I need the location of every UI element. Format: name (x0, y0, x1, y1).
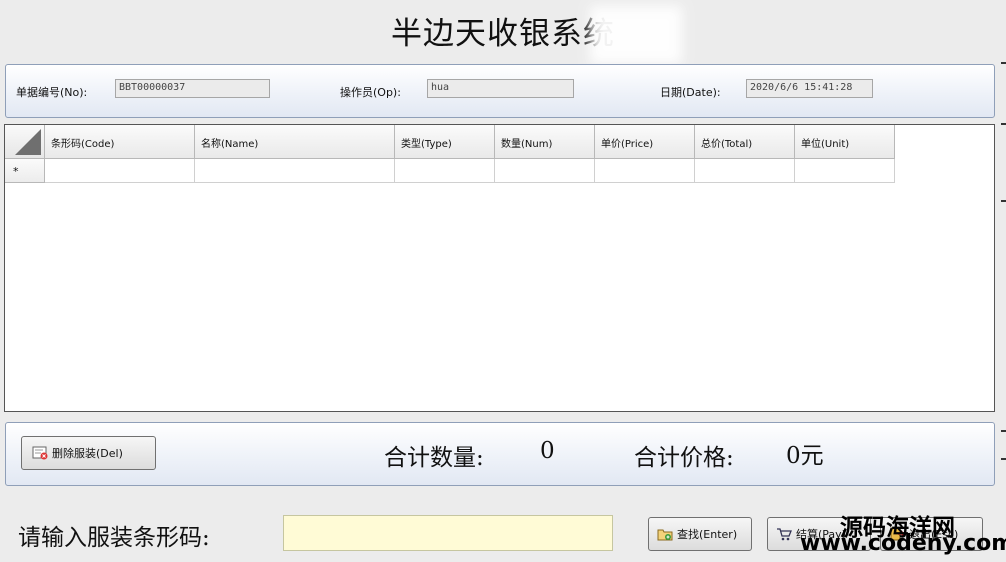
edge-tick (1001, 123, 1006, 125)
find-icon (657, 527, 673, 541)
barcode-input[interactable] (283, 515, 613, 551)
watermark-url: www.codeny.com (800, 531, 1006, 556)
new-row-cell-code[interactable] (45, 159, 195, 183)
edge-tick (1001, 62, 1006, 64)
column-header-total[interactable]: 总价(Total) (695, 125, 795, 159)
column-header-unit[interactable]: 单位(Unit) (795, 125, 895, 159)
new-row-cell-name[interactable] (195, 159, 395, 183)
order-no-label: 单据编号(No): (16, 86, 88, 99)
summary-panel: 删除服装(Del) 合计数量: 0 合计价格: 0元 (5, 422, 995, 486)
column-header-type[interactable]: 类型(Type) (395, 125, 495, 159)
title-blur-overlay (590, 6, 682, 64)
column-header-name[interactable]: 名称(Name) (195, 125, 395, 159)
total-qty-label: 合计数量: (384, 445, 484, 471)
total-price-value: 0元 (786, 443, 824, 469)
window-title: 半边天收银系统 (391, 16, 615, 52)
column-header-code[interactable]: 条形码(Code) (45, 125, 195, 159)
new-row-cell-price[interactable] (595, 159, 695, 183)
delete-item-label: 删除服装(Del) (52, 447, 123, 460)
find-label: 查找(Enter) (677, 528, 738, 541)
column-header-num[interactable]: 数量(Num) (495, 125, 595, 159)
operator-label: 操作员(Op): (340, 86, 401, 99)
date-label: 日期(Date): (660, 86, 721, 99)
total-price-label: 合计价格: (634, 445, 734, 471)
column-header-price[interactable]: 单价(Price) (595, 125, 695, 159)
date-field[interactable]: 2020/6/6 15:41:28 (746, 79, 873, 98)
cart-icon (776, 527, 792, 541)
header-panel: 单据编号(No): BBT00000037 操作员(Op): hua 日期(Da… (5, 64, 995, 118)
new-row-cell-unit[interactable] (795, 159, 895, 183)
delete-item-button[interactable]: 删除服装(Del) (21, 436, 156, 470)
grid-select-all-corner[interactable] (5, 125, 45, 159)
edge-tick (1001, 430, 1006, 432)
total-qty-value: 0 (540, 438, 555, 464)
find-button[interactable]: 查找(Enter) (648, 517, 752, 551)
order-no-field[interactable]: BBT00000037 (115, 79, 270, 98)
edge-tick (1001, 458, 1006, 460)
new-row-cell-type[interactable] (395, 159, 495, 183)
items-grid[interactable]: 条形码(Code) 名称(Name) 类型(Type) 数量(Num) 单价(P… (4, 124, 995, 412)
delete-icon (32, 446, 48, 460)
edge-tick (1001, 200, 1006, 202)
operator-field[interactable]: hua (427, 79, 574, 98)
new-row-header[interactable]: * (5, 159, 45, 183)
barcode-label: 请输入服装条形码: (18, 525, 210, 551)
new-row-cell-total[interactable] (695, 159, 795, 183)
new-row-cell-num[interactable] (495, 159, 595, 183)
